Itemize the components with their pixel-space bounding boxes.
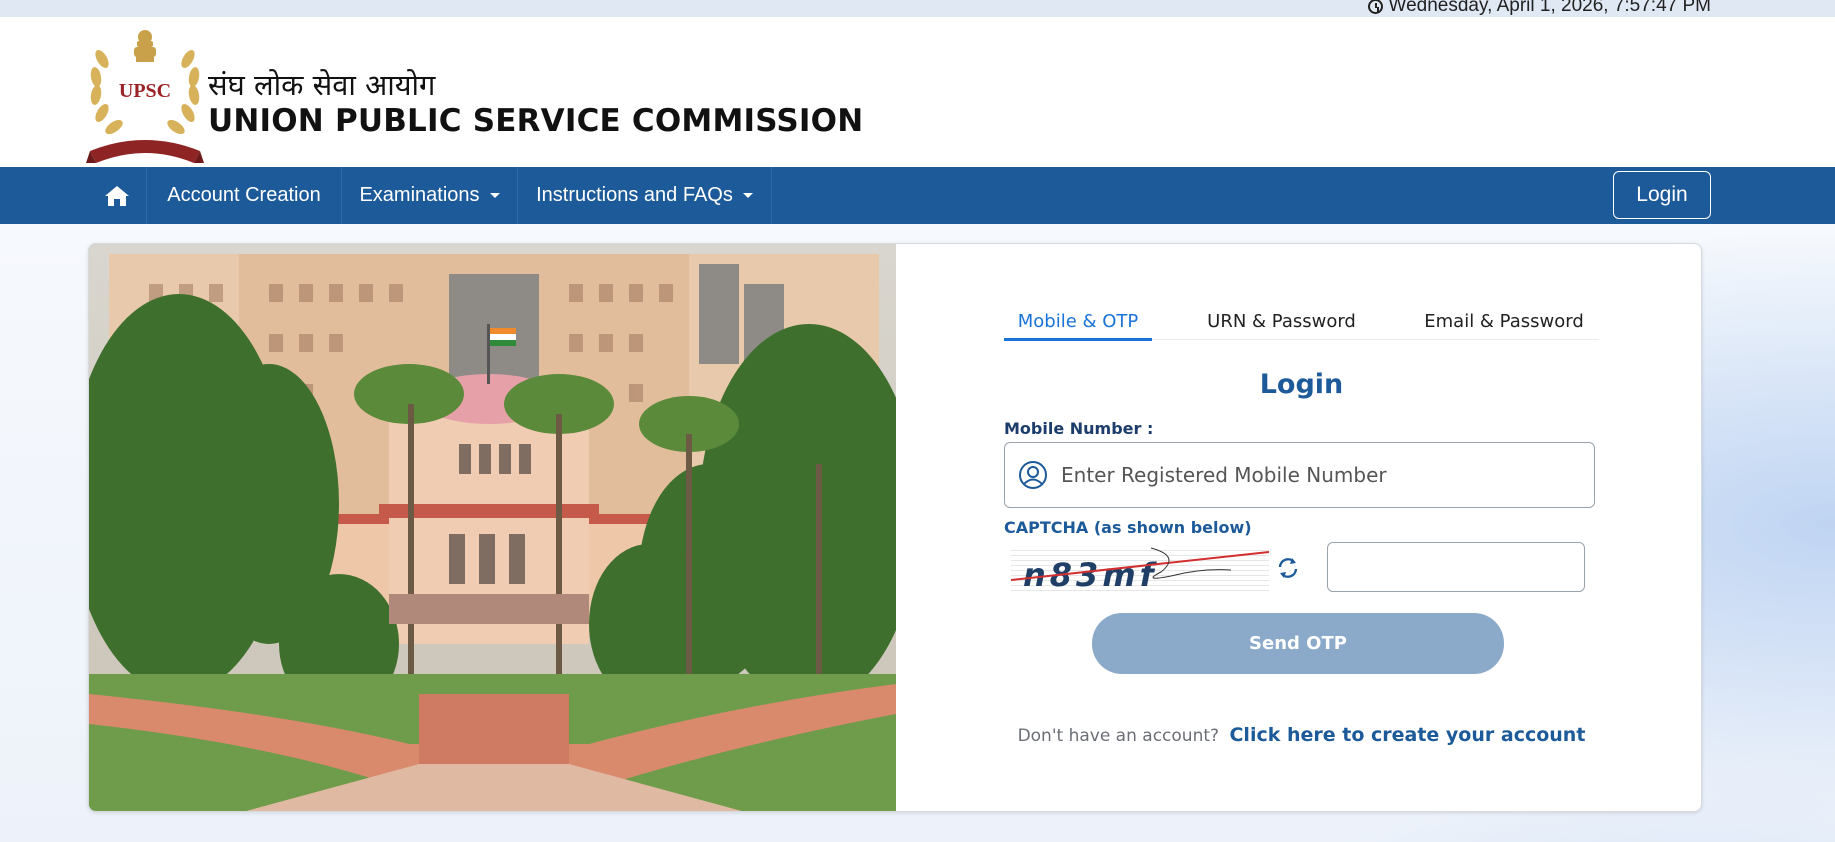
tab-urn-password[interactable]: URN & Password [1194, 311, 1369, 341]
nav-instructions-faqs[interactable]: Instructions and FAQs [518, 167, 772, 224]
signup-prompt: Don't have an account? Click here to cre… [1004, 724, 1599, 746]
nav-examinations[interactable]: Examinations [342, 167, 518, 224]
login-card: Mobile & OTP URN & Password Email & Pass… [88, 243, 1702, 812]
current-datetime: Wednesday, April 1, 2026, 7:57:47 PM [1367, 0, 1712, 16]
active-tab-indicator [1004, 338, 1152, 341]
tab-email-password[interactable]: Email & Password [1409, 311, 1599, 341]
upsc-building-photo [89, 244, 896, 811]
nav-examinations-label: Examinations [359, 184, 480, 206]
signup-question: Don't have an account? [1017, 726, 1220, 746]
user-circle-icon [1019, 461, 1047, 489]
captcha-image: n83mf [1011, 546, 1269, 592]
header-title-hindi: संघ लोक सेवा आयोग [208, 68, 436, 102]
nav-login-button[interactable]: Login [1613, 171, 1711, 219]
captcha-input[interactable] [1327, 542, 1585, 592]
upsc-emblem-logo[interactable]: UPSC [86, 17, 204, 167]
site-header: UPSC संघ लोक सेवा आयोग UNION PUBLIC SERV… [0, 17, 1835, 167]
tab-mobile-otp[interactable]: Mobile & OTP [1004, 311, 1152, 341]
caret-down-icon [742, 193, 753, 198]
nav-account-creation[interactable]: Account Creation [147, 167, 342, 224]
nav-instructions-faqs-label: Instructions and FAQs [536, 184, 733, 206]
login-method-tabs: Mobile & OTP URN & Password Email & Pass… [1004, 311, 1599, 341]
create-account-link[interactable]: Click here to create your account [1229, 724, 1585, 746]
mobile-number-label: Mobile Number : [1004, 419, 1154, 438]
nav-home[interactable] [88, 167, 147, 224]
tab-divider [1152, 339, 1599, 340]
header-title-english: UNION PUBLIC SERVICE COMMISSION [208, 103, 864, 139]
nav-account-creation-label: Account Creation [167, 184, 321, 206]
login-title: Login [1259, 369, 1344, 400]
datetime-text: Wednesday, April 1, 2026, 7:57:47 PM [1388, 0, 1712, 16]
send-otp-button[interactable]: Send OTP [1092, 613, 1504, 674]
emblem-text: UPSC [119, 80, 171, 102]
main-navbar: Account Creation Examinations Instructio… [0, 167, 1835, 224]
refresh-captcha-icon[interactable] [1275, 555, 1301, 581]
clock-icon [1367, 0, 1383, 14]
captcha-noise-lines [1011, 547, 1269, 581]
caret-down-icon [489, 193, 500, 198]
top-info-bar: Wednesday, April 1, 2026, 7:57:47 PM [0, 0, 1835, 17]
captcha-label: CAPTCHA (as shown below) [1004, 518, 1252, 537]
mobile-number-input[interactable] [1061, 463, 1581, 487]
home-icon [105, 185, 129, 206]
mobile-number-field[interactable] [1004, 442, 1595, 508]
